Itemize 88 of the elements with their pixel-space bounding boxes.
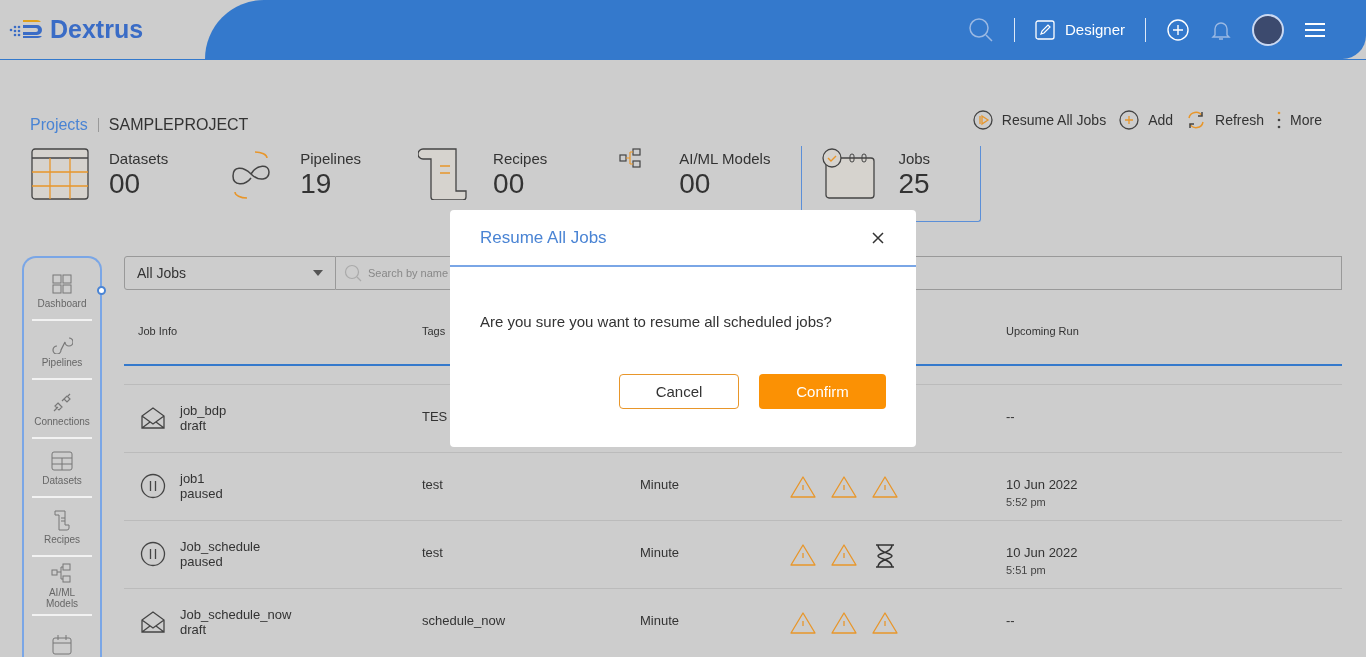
caret-icon <box>313 270 323 276</box>
action-button[interactable]: More <box>1276 109 1322 131</box>
job-status: paused <box>180 554 224 569</box>
scroll-icon <box>51 508 73 531</box>
table-cell-text: test <box>421 476 444 492</box>
sidebar-item[interactable]: Recipes <box>32 498 92 557</box>
play-circle-icon <box>971 109 994 131</box>
stat-card[interactable]: AI/ML Models 00 <box>598 146 782 222</box>
stat-label: Recipes <box>493 149 548 167</box>
stat-label: Pipelines <box>300 149 362 167</box>
add-icon <box>1166 17 1190 42</box>
job-name[interactable]: job_bdp <box>180 403 227 418</box>
table-cell-text: Minute <box>639 544 681 560</box>
job-status: draft <box>180 622 207 637</box>
job-status: draft <box>180 418 207 433</box>
sidebar-item[interactable]: Connections <box>32 380 92 439</box>
table-cell-text: TES <box>421 408 449 424</box>
job-name[interactable]: job1 <box>180 471 223 486</box>
close-button[interactable] <box>870 229 886 246</box>
edit-icon <box>1034 19 1055 40</box>
stat-card[interactable]: Recipes 00 <box>412 146 559 222</box>
action-button[interactable]: Resume All Jobs <box>971 109 1107 131</box>
warning-icon <box>872 611 898 637</box>
table-cell-text: schedule_now <box>421 612 507 628</box>
job-name[interactable]: Job_schedule_now <box>180 607 292 622</box>
table-icon <box>31 148 89 200</box>
avatar[interactable] <box>1252 13 1284 46</box>
warning-icon <box>790 611 816 637</box>
table-cell-text: -- <box>1006 409 1016 424</box>
dialog-message: Are you sure you want to resume all scheduled jobs? <box>480 313 833 330</box>
pause-icon <box>140 541 166 567</box>
sidebar-item[interactable]: Dashboard <box>32 262 92 321</box>
stat-card[interactable]: Pipelines 19 <box>219 146 373 222</box>
warning-icon <box>831 543 857 569</box>
column-header: Upcoming Run <box>1005 325 1080 337</box>
table-cell-text: Minute <box>639 476 681 492</box>
resize-handle[interactable] <box>97 286 106 295</box>
sidebar-item[interactable]: Pipelines <box>32 321 92 380</box>
stat-count: 00 <box>493 167 526 201</box>
job-filter-dropdown[interactable]: All Jobs <box>124 256 336 290</box>
column-header: Tags <box>421 325 447 337</box>
table-cell-text: test <box>421 544 444 560</box>
sidebar-item[interactable]: Datasets <box>32 439 92 498</box>
table-cell-text: 5:52 pm <box>1006 496 1047 508</box>
stat-count: 00 <box>679 167 712 201</box>
stat-count: 00 <box>109 167 142 201</box>
table-cell-text: 5:51 pm <box>1006 564 1047 576</box>
warning-icon <box>790 543 816 569</box>
job-name[interactable]: Job_schedule <box>180 539 261 554</box>
stat-label: AI/ML Models <box>679 149 771 167</box>
dialog-title: Resume All Jobs <box>480 227 607 248</box>
menu-icon <box>1304 20 1326 39</box>
stat-label: Datasets <box>109 149 169 167</box>
grid-icon <box>51 272 73 295</box>
table-cell-text: Minute <box>639 612 681 628</box>
stat-card[interactable]: Datasets 00 <box>28 146 180 222</box>
search-icon <box>344 264 362 282</box>
close-icon <box>872 231 884 244</box>
logo-text: Dextrus <box>50 15 144 44</box>
calendar-check-icon <box>822 148 877 200</box>
job-status: paused <box>180 486 223 501</box>
envelope-icon <box>140 609 166 635</box>
pause-icon <box>140 473 166 499</box>
envelope-icon <box>140 405 166 431</box>
table-icon <box>51 449 73 472</box>
table-cell-text: -- <box>1006 613 1016 628</box>
action-button[interactable]: Refresh <box>1185 109 1265 131</box>
stat-count: 25 <box>898 167 931 201</box>
warning-icon <box>831 611 857 637</box>
stat-label: Jobs <box>898 149 931 167</box>
designer-button[interactable]: Designer <box>1034 19 1125 40</box>
table-cell-text: 10 Jun 2022 <box>1006 477 1079 492</box>
table-cell-text: 10 Jun 2022 <box>1006 545 1079 560</box>
calendar-icon <box>51 633 73 656</box>
stat-count: 19 <box>300 167 333 201</box>
more-icon <box>1276 109 1283 131</box>
warning-icon <box>790 475 816 501</box>
hierarchy-icon <box>619 148 642 168</box>
warning-icon <box>872 475 898 501</box>
action-button[interactable]: Add <box>1118 109 1174 131</box>
breadcrumb-current: SAMPLEPROJECT <box>108 116 249 134</box>
hierarchy-icon <box>51 562 73 584</box>
sidebar-item[interactable]: AI/ML Models <box>32 557 92 616</box>
add-icon <box>1118 109 1141 131</box>
search-icon <box>967 16 994 43</box>
column-header: Job Info <box>137 325 179 337</box>
warning-icon <box>831 475 857 501</box>
cancel-button[interactable]: Cancel <box>619 374 739 409</box>
